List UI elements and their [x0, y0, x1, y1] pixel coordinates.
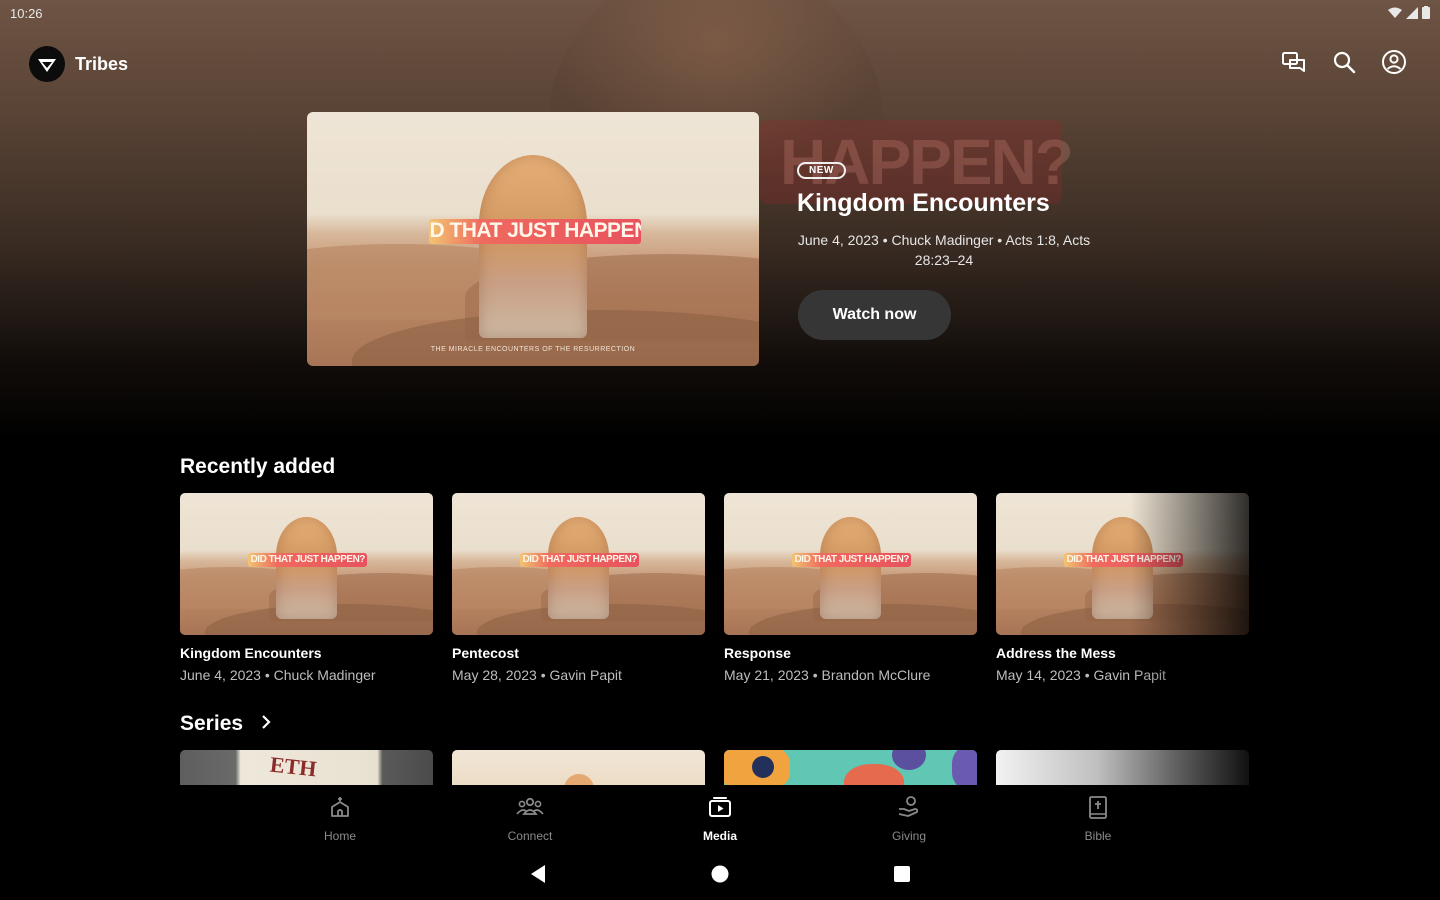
- artwork-caption: THE MIRACLE ENCOUNTERS OF THE RESURRECTI…: [430, 346, 636, 354]
- card-banner-text: DID THAT JUST HAPPEN?: [248, 552, 368, 567]
- account-button[interactable]: [1380, 48, 1408, 76]
- system-home-button[interactable]: [708, 862, 732, 886]
- nav-label: Giving: [891, 829, 926, 843]
- series-title-text: Series: [180, 712, 244, 735]
- series-card[interactable]: [996, 750, 1249, 786]
- card-meta: May 21, 2023 • Brandon McClure: [724, 667, 931, 683]
- status-bar: 10:26: [0, 0, 1440, 28]
- chat-bubbles-icon: [1282, 52, 1305, 72]
- search-button[interactable]: [1330, 48, 1358, 76]
- nav-item-media[interactable]: Media: [680, 795, 760, 843]
- card-title: Response: [724, 645, 791, 661]
- system-back-button[interactable]: [526, 862, 550, 886]
- series-card[interactable]: [724, 750, 977, 786]
- card-banner-text: DID THAT JUST HAPPEN?: [792, 552, 912, 567]
- bible-book-icon: [1089, 796, 1107, 819]
- top-actions: [1280, 48, 1408, 76]
- system-recents-button[interactable]: [890, 862, 914, 886]
- card-meta: May 28, 2023 • Gavin Papit: [452, 667, 622, 683]
- recently-added-title: Recently added: [180, 455, 336, 478]
- card-thumbnail: DID THAT JUST HAPPEN?: [996, 493, 1249, 635]
- bottom-navigation: Home Connect Media Giving Bible: [0, 785, 1440, 845]
- search-icon: [1333, 51, 1356, 74]
- tribes-logo[interactable]: [29, 46, 65, 82]
- giving-hand-icon: [898, 796, 919, 817]
- media-card[interactable]: DID THAT JUST HAPPEN? Address the Mess M…: [996, 493, 1249, 683]
- card-banner-text: DID THAT JUST HAPPEN?: [1064, 552, 1184, 567]
- watch-now-button[interactable]: Watch now: [798, 290, 951, 340]
- card-title: Pentecost: [452, 645, 519, 661]
- status-icons: [1388, 6, 1430, 24]
- artwork-banner-text: DID THAT JUST HAPPEN?: [429, 218, 642, 245]
- artwork-arch: [478, 155, 588, 339]
- hero-info: NEW Kingdom Encounters June 4, 2023 • Ch…: [797, 160, 1117, 270]
- recents-square-icon: [894, 866, 910, 882]
- nav-label: Media: [702, 829, 737, 843]
- people-group-icon: [516, 797, 544, 815]
- media-card[interactable]: DID THAT JUST HAPPEN? Response May 21, 2…: [724, 493, 977, 683]
- card-title: Kingdom Encounters: [180, 645, 322, 661]
- back-triangle-icon: [531, 865, 545, 883]
- messages-button[interactable]: [1280, 48, 1308, 76]
- nav-item-bible[interactable]: Bible: [1058, 795, 1138, 843]
- series-card[interactable]: ETH: [180, 750, 433, 786]
- hero-title: Kingdom Encounters: [797, 189, 1050, 217]
- sermon-artwork: DID THAT JUST HAPPEN? THE MIRACLE ENCOUN…: [307, 112, 759, 366]
- nav-label: Bible: [1084, 829, 1112, 843]
- card-meta: May 14, 2023 • Gavin Papit: [996, 667, 1166, 683]
- home-circle-icon: [711, 865, 729, 883]
- chevron-right-icon: [261, 712, 271, 736]
- card-thumbnail: DID THAT JUST HAPPEN?: [180, 493, 433, 635]
- nav-item-home[interactable]: Home: [300, 795, 380, 843]
- card-meta: June 4, 2023 • Chuck Madinger: [180, 667, 376, 683]
- card-title: Address the Mess: [996, 645, 1116, 661]
- wifi-icon: [1388, 6, 1402, 24]
- battery-icon: [1422, 6, 1430, 24]
- hero-meta: June 4, 2023 • Chuck Madinger • Acts 1:8…: [797, 232, 1091, 268]
- church-home-icon: [331, 797, 349, 817]
- card-banner-text: DID THAT JUST HAPPEN?: [520, 552, 640, 567]
- series-card[interactable]: [452, 750, 705, 786]
- system-navigation-bar: [0, 848, 1440, 900]
- nav-item-connect[interactable]: Connect: [490, 795, 570, 843]
- series-title[interactable]: Series: [180, 712, 271, 736]
- nav-item-giving[interactable]: Giving: [869, 795, 949, 843]
- status-time: 10:26: [10, 6, 43, 21]
- card-thumbnail: DID THAT JUST HAPPEN?: [724, 493, 977, 635]
- card-thumbnail: DID THAT JUST HAPPEN?: [452, 493, 705, 635]
- account-circle-icon: [1382, 50, 1406, 74]
- series-card-text: ETH: [268, 751, 318, 782]
- nav-label: Home: [323, 829, 356, 843]
- app-title: Tribes: [75, 54, 129, 74]
- media-card[interactable]: DID THAT JUST HAPPEN? Kingdom Encounters…: [180, 493, 433, 683]
- signal-icon: [1406, 6, 1418, 24]
- new-badge: NEW: [797, 162, 846, 179]
- nav-label: Connect: [507, 829, 553, 843]
- media-play-icon: [709, 797, 731, 817]
- tribes-logo-icon: [38, 59, 56, 72]
- hero-thumbnail[interactable]: DID THAT JUST HAPPEN? THE MIRACLE ENCOUN…: [307, 112, 759, 366]
- media-card[interactable]: DID THAT JUST HAPPEN? Pentecost May 28, …: [452, 493, 705, 683]
